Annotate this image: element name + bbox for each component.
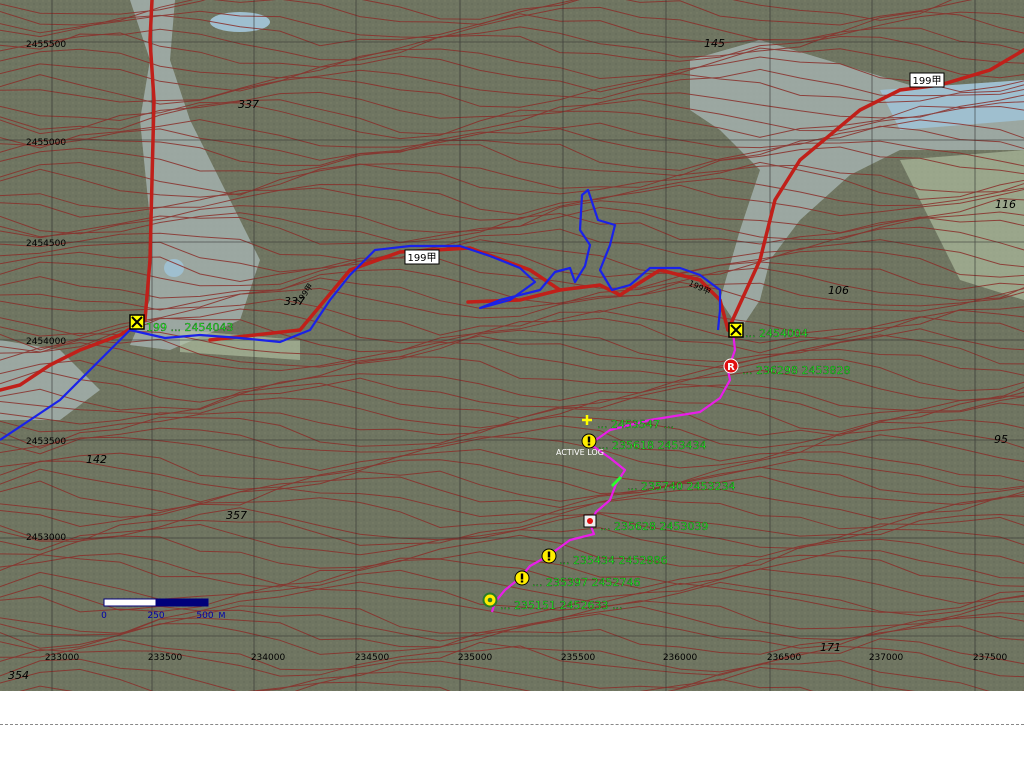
route-shield-top: 199甲 bbox=[909, 72, 945, 88]
easting-label: 236000 bbox=[663, 653, 698, 663]
start-dot-icon bbox=[487, 597, 493, 603]
blank-footer bbox=[0, 691, 1024, 768]
spot-height-label: 95 bbox=[994, 433, 1008, 446]
waypoint-label: ... 2453547 ... bbox=[597, 418, 674, 431]
waypoint-label: ... 235151 2452633 ... bbox=[500, 599, 622, 612]
target-dot-icon bbox=[587, 518, 593, 524]
warning-dot-icon bbox=[587, 443, 591, 446]
waypoint-label: ... 235434 2452886 bbox=[559, 554, 667, 567]
easting-label: 235500 bbox=[561, 653, 596, 663]
spot-height-label: 142 bbox=[86, 453, 107, 466]
topographic-map[interactable]: 199甲 199甲 233000 233500 234000 234500 235000… bbox=[0, 0, 1024, 691]
easting-label: 236500 bbox=[767, 653, 802, 663]
scale-tick-0: 0 bbox=[101, 611, 107, 621]
waypoint-label: ... 235740 2453234 bbox=[627, 480, 735, 493]
scale-tick-500: 500 bbox=[196, 611, 213, 621]
northing-label: 2455000 bbox=[26, 138, 66, 148]
route-shield: 199甲 bbox=[404, 249, 440, 265]
waypoint-label: ... 235618 2453434 bbox=[598, 439, 706, 452]
warning-bar-icon bbox=[547, 551, 551, 558]
waypoint-label: 199 ... 2454043 bbox=[146, 321, 233, 334]
northing-label: 2454000 bbox=[26, 337, 66, 347]
waypoint-label: ... 236298 2453828 bbox=[742, 364, 850, 377]
svg-text:199甲: 199甲 bbox=[407, 253, 436, 264]
easting-label: 234500 bbox=[355, 653, 390, 663]
scale-tick-250: 250 bbox=[147, 611, 164, 621]
svg-text:199甲: 199甲 bbox=[912, 76, 941, 87]
waypoint-label: ... 235397 2452746 bbox=[532, 576, 640, 589]
easting-label: 237500 bbox=[973, 653, 1008, 663]
spot-height-label: 145 bbox=[704, 37, 725, 50]
easting-label: 234000 bbox=[251, 653, 286, 663]
easting-label: 233500 bbox=[148, 653, 183, 663]
warning-bar-icon bbox=[520, 573, 524, 580]
spot-height-label: 354 bbox=[8, 669, 29, 682]
waypoint-label: ... 235628 2453039 bbox=[600, 520, 708, 533]
spot-height-label: 171 bbox=[820, 641, 841, 654]
warning-bar-icon bbox=[587, 436, 591, 443]
waypoint-label: ... 2454004 bbox=[745, 327, 808, 340]
easting-label: 237000 bbox=[869, 653, 904, 663]
spot-height-label: 116 bbox=[995, 198, 1016, 211]
spot-height-label: 337 bbox=[238, 98, 259, 111]
r-marker-letter: R bbox=[727, 362, 735, 373]
dashed-divider bbox=[0, 724, 1024, 725]
spot-height-label: 106 bbox=[828, 284, 849, 297]
northing-label: 2455500 bbox=[26, 40, 66, 50]
active-log-label: ACTIVE LOG bbox=[556, 448, 604, 457]
scale-unit: M bbox=[219, 611, 226, 620]
waypoint-pen-point[interactable]: ... 235740 2453234 bbox=[610, 475, 736, 493]
warning-dot-icon bbox=[520, 580, 524, 583]
easting-label: 233000 bbox=[45, 653, 80, 663]
northing-label: 2453000 bbox=[26, 533, 66, 543]
northing-label: 2454500 bbox=[26, 239, 66, 249]
spot-height-label: 357 bbox=[226, 509, 247, 522]
northing-label: 2453500 bbox=[26, 437, 66, 447]
easting-label: 235000 bbox=[458, 653, 493, 663]
warning-dot-icon bbox=[547, 558, 551, 561]
